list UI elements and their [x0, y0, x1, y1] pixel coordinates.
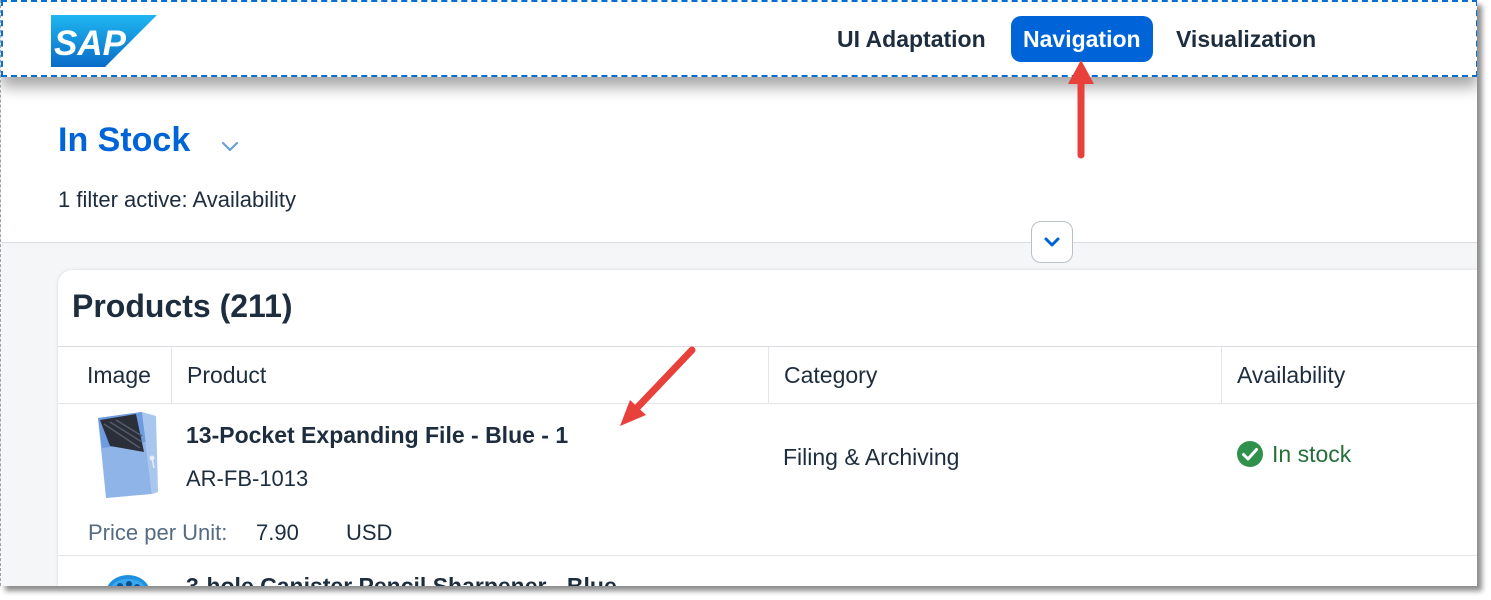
column-header-image[interactable]: Image	[72, 347, 171, 404]
sap-logo[interactable]: SAP	[51, 15, 157, 67]
table-title: Products (211)	[72, 288, 293, 324]
app-window: In Stock 1 filter active: Availability P…	[0, 0, 1477, 586]
table-row[interactable]: 3-hole Canister Pencil Sharpener - Blue	[58, 557, 1477, 586]
availability-status: In stock	[1236, 440, 1351, 468]
table-row[interactable]: 13-Pocket Expanding File - Blue - 1 AR-F…	[58, 404, 1477, 556]
products-table: Products (211) Image Product Category Av…	[58, 270, 1477, 586]
product-name-link[interactable]: 3-hole Canister Pencil Sharpener - Blue	[186, 573, 617, 586]
product-name-link[interactable]: 13-Pocket Expanding File - Blue - 1	[186, 422, 568, 449]
expanding-file-image	[98, 412, 158, 498]
product-category: Filing & Archiving	[783, 444, 960, 470]
column-header-category[interactable]: Category	[768, 347, 1221, 404]
shell-bar: SAP UI Adaptation Navigation Visualizati…	[1, 0, 1477, 77]
collapse-header-button[interactable]	[1031, 221, 1073, 263]
mode-visualization-button[interactable]: Visualization	[1164, 16, 1328, 62]
column-header-availability[interactable]: Availability	[1221, 347, 1477, 404]
availability-text: In stock	[1272, 440, 1352, 467]
table-header: Image Product Category Availability	[58, 346, 1477, 404]
variant-title[interactable]: In Stock	[58, 121, 190, 160]
page-header: In Stock 1 filter active: Availability	[1, 77, 1477, 243]
filter-summary: 1 filter active: Availability	[58, 187, 297, 212]
mode-navigation-button[interactable]: Navigation	[1011, 16, 1153, 62]
pencil-sharpener-image	[107, 575, 149, 586]
chevron-down-icon[interactable]	[219, 135, 241, 157]
price-currency: USD	[346, 520, 393, 545]
mode-ui-adaptation-button[interactable]: UI Adaptation	[825, 16, 998, 62]
product-id: AR-FB-1013	[186, 466, 309, 491]
check-circle-icon	[1237, 441, 1263, 467]
column-header-product[interactable]: Product	[171, 347, 768, 404]
price-label: Price per Unit:	[88, 520, 228, 545]
chevron-down-icon	[1044, 237, 1060, 247]
logo-text: SAP	[54, 24, 127, 63]
price-value: 7.90	[256, 520, 299, 545]
